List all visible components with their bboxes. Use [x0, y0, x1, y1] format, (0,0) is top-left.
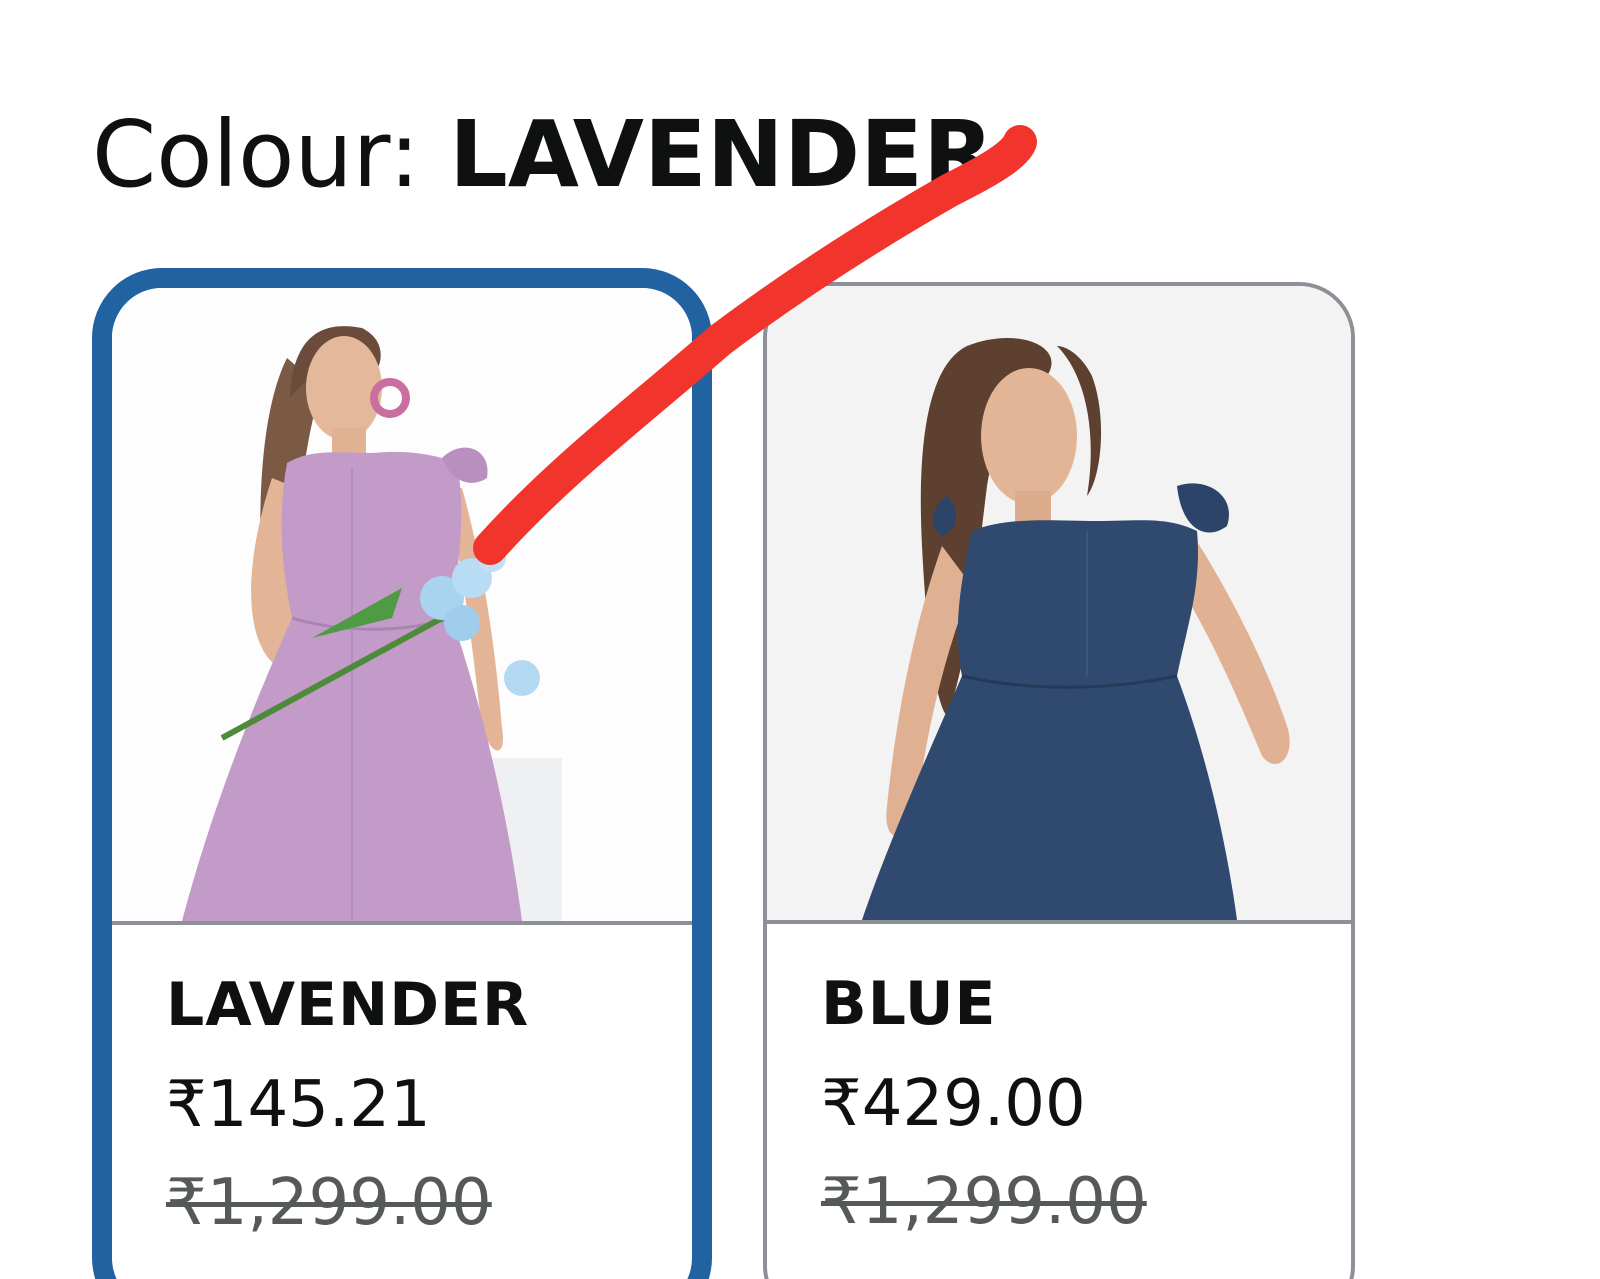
- swatch-blue-mrp: ₹1,299.00: [821, 1165, 1147, 1239]
- swatch-lavender[interactable]: LAVENDER ₹145.21 ₹1,299.00: [92, 268, 712, 1279]
- swatch-lavender-price: ₹145.21: [166, 1068, 431, 1142]
- swatch-blue[interactable]: BLUE ₹429.00 ₹1,299.00: [763, 282, 1355, 1279]
- swatch-blue-name: BLUE: [821, 969, 997, 1039]
- selected-colour-value: LAVENDER: [449, 101, 994, 208]
- blue-dress-model-image: [767, 286, 1351, 920]
- product-variant-panel: Colour: LAVENDER LAVENDER ₹145.21 ₹1,299…: [0, 0, 1600, 1279]
- colour-label: Colour:: [92, 101, 450, 208]
- colour-heading: Colour: LAVENDER: [92, 100, 994, 210]
- swatch-lavender-mrp: ₹1,299.00: [166, 1166, 492, 1240]
- swatch-lavender-image: [112, 288, 692, 921]
- swatch-blue-price: ₹429.00: [821, 1067, 1086, 1141]
- lavender-dress-model-image: [112, 288, 692, 921]
- swatch-lavender-info: LAVENDER ₹145.21 ₹1,299.00: [112, 925, 692, 1243]
- swatch-blue-info: BLUE ₹429.00 ₹1,299.00: [767, 924, 1351, 1242]
- swatch-blue-image: [767, 286, 1351, 920]
- swatch-lavender-name: LAVENDER: [166, 970, 530, 1040]
